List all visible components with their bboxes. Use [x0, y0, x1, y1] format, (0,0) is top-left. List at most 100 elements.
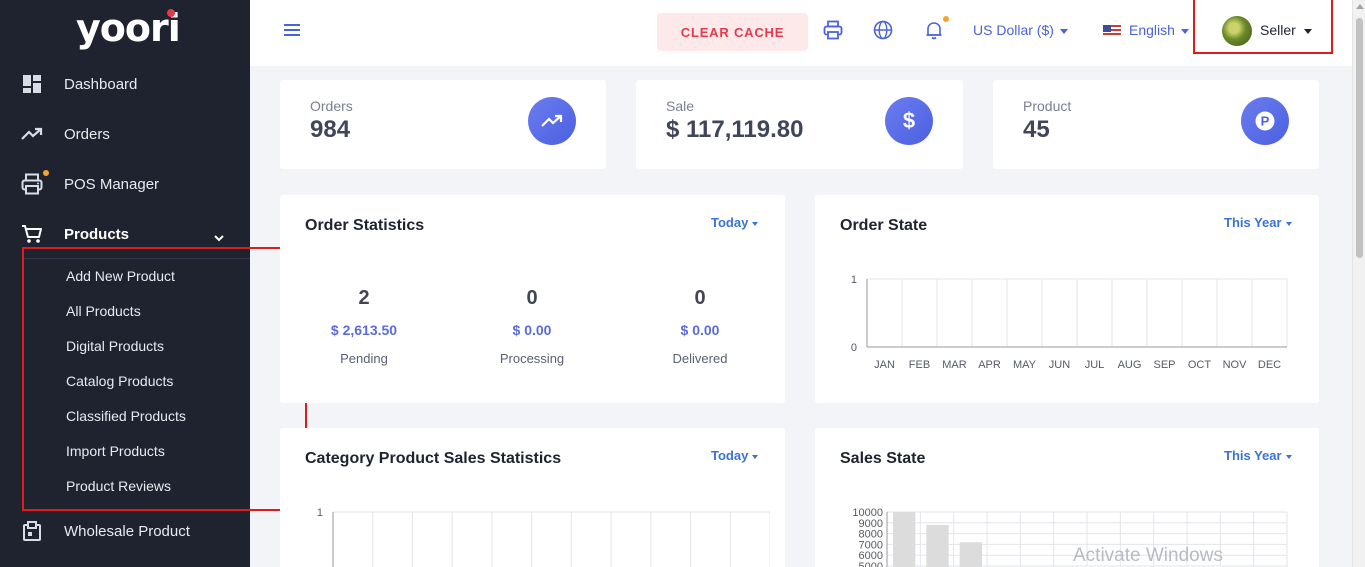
- filter-label: This Year: [1224, 215, 1282, 230]
- x-tick-label: SEP: [1153, 359, 1175, 371]
- wholesale-icon: [21, 520, 43, 542]
- y-tick-label: 0: [851, 342, 857, 354]
- avatar[interactable]: [1222, 16, 1252, 46]
- brand-logo[interactable]: yoori: [76, 6, 181, 50]
- globe-icon[interactable]: [873, 20, 893, 40]
- order-status-label: Processing: [499, 351, 565, 366]
- order-status-label: Delivered: [672, 351, 728, 366]
- stat-value: 984: [310, 116, 351, 143]
- category-sales-chart: 1: [317, 507, 770, 567]
- panel-title: Order State: [840, 217, 928, 234]
- currency-label: US Dollar ($): [973, 22, 1054, 38]
- menu-toggle-icon[interactable]: [284, 24, 300, 38]
- language-select[interactable]: English: [1129, 22, 1189, 38]
- sidebar-item-label: Orders: [64, 125, 110, 143]
- order-count: 2: [358, 287, 370, 309]
- x-tick-label: FEB: [909, 359, 930, 371]
- order-stat-pending: 2 $ 2,613.50 Pending: [284, 287, 444, 366]
- scroll-up-arrow-icon[interactable]: [1356, 4, 1364, 9]
- stat-label: Product: [1023, 98, 1072, 114]
- filter-label: Today: [711, 448, 749, 463]
- stat-card-product: Product 45 P: [993, 80, 1319, 169]
- order-stat-processing: 0 $ 0.00 Processing: [452, 287, 612, 366]
- windows-activation-watermark: Activate Windows: [1073, 545, 1223, 566]
- sales-state-filter[interactable]: This Year: [1224, 448, 1292, 463]
- bar: [893, 512, 916, 567]
- language-label: English: [1129, 22, 1175, 38]
- y-tick-label: 1: [851, 274, 857, 286]
- sidebar-item-wholesale-product[interactable]: Wholesale Product: [0, 511, 250, 551]
- svg-text:P: P: [1261, 114, 1270, 129]
- currency-select[interactable]: US Dollar ($): [973, 22, 1068, 38]
- x-tick-label: AUG: [1118, 359, 1142, 371]
- bell-icon[interactable]: [924, 20, 944, 40]
- x-tick-label: MAR: [942, 359, 967, 371]
- stat-value: 45: [1023, 116, 1050, 143]
- order-count: 0: [694, 287, 706, 309]
- category-sales-filter[interactable]: Today: [711, 448, 759, 463]
- bar: [926, 524, 949, 567]
- sidebar-item-label: Products: [64, 225, 130, 243]
- dashboard-icon: [21, 73, 43, 95]
- order-status-label: Pending: [340, 351, 388, 366]
- panel-title: Category Product Sales Statistics: [305, 450, 562, 467]
- x-tick-label: JUL: [1085, 359, 1105, 371]
- stat-value: $ 117,119.80: [666, 116, 804, 143]
- x-tick-label: APR: [978, 359, 1001, 371]
- us-flag-icon: [1103, 25, 1121, 37]
- order-state-chart: 1 0 JAN FEB MAR APR MAY JUN JUL AUG SEP OCT NOV DEC: [851, 274, 1288, 371]
- stat-card-sale: Sale $ 117,119.80 $: [636, 80, 963, 169]
- order-state-filter[interactable]: This Year: [1224, 215, 1292, 230]
- chevron-down-icon: [214, 229, 224, 242]
- sidebar-item-label: Dashboard: [64, 75, 138, 93]
- order-amount: $ 0.00: [512, 322, 552, 338]
- panel-title: Order Statistics: [305, 217, 425, 234]
- y-tick-label: 1: [317, 507, 323, 519]
- scroll-thumb[interactable]: [1356, 18, 1363, 258]
- y-tick-label: 5000: [859, 561, 883, 567]
- user-menu[interactable]: Seller: [1260, 22, 1312, 38]
- notification-dot: [43, 170, 49, 176]
- trending-up-icon: [528, 97, 576, 145]
- sidebar-item-pos-manager[interactable]: POS Manager: [0, 164, 250, 204]
- sidebar-item-label: POS Manager: [64, 175, 160, 193]
- dollar-icon: $: [885, 97, 933, 145]
- submenu-highlight-box: [22, 247, 307, 511]
- sidebar-item-dashboard[interactable]: Dashboard: [0, 64, 250, 104]
- notification-dot: [943, 16, 949, 22]
- order-amount: $ 0.00: [680, 322, 720, 338]
- logo-dot: [167, 9, 175, 17]
- printer-icon[interactable]: [823, 20, 843, 40]
- order-amount: $ 2,613.50: [330, 322, 398, 338]
- trending-up-icon: [21, 123, 43, 145]
- x-tick-label: JAN: [874, 359, 895, 371]
- cart-icon: [21, 223, 43, 245]
- bar: [959, 542, 982, 567]
- filter-label: This Year: [1224, 448, 1282, 463]
- x-tick-label: MAY: [1013, 359, 1037, 371]
- order-statistics-filter[interactable]: Today: [711, 215, 759, 230]
- panel-title: Sales State: [840, 450, 926, 467]
- page-scrollbar[interactable]: [1352, 0, 1365, 567]
- category-sales-panel: Category Product Sales Statistics Today …: [280, 428, 785, 567]
- x-tick-label: DEC: [1258, 359, 1281, 371]
- user-name: Seller: [1260, 22, 1296, 38]
- sales-state-chart: 1000090008000700060005000: [852, 507, 1288, 567]
- product-p-icon: P: [1241, 97, 1289, 145]
- order-statistics-panel: Order Statistics Today 2 $ 2,613.50 Pend…: [280, 195, 785, 403]
- sales-state-panel: Sales State This Year 10000 9000 8000 7000 6…: [815, 428, 1319, 567]
- sidebar-item-label: Wholesale Product: [64, 522, 190, 540]
- filter-label: Today: [711, 215, 749, 230]
- sidebar-item-orders[interactable]: Orders: [0, 114, 250, 154]
- order-count: 0: [526, 287, 538, 309]
- x-tick-label: OCT: [1188, 359, 1212, 371]
- stat-card-orders: Orders 984: [280, 80, 606, 169]
- clear-cache-button[interactable]: CLEAR CACHE: [657, 13, 808, 51]
- order-stat-delivered: 0 $ 0.00 Delivered: [620, 287, 780, 366]
- x-tick-label: NOV: [1223, 359, 1248, 371]
- order-state-panel: Order State This Year 1 0 JAN FEB MAR APR MAY J…: [815, 195, 1319, 403]
- x-tick-label: JUN: [1049, 359, 1070, 371]
- printer-icon: [21, 173, 43, 195]
- stat-label: Orders: [310, 98, 353, 114]
- stat-label: Sale: [666, 98, 695, 114]
